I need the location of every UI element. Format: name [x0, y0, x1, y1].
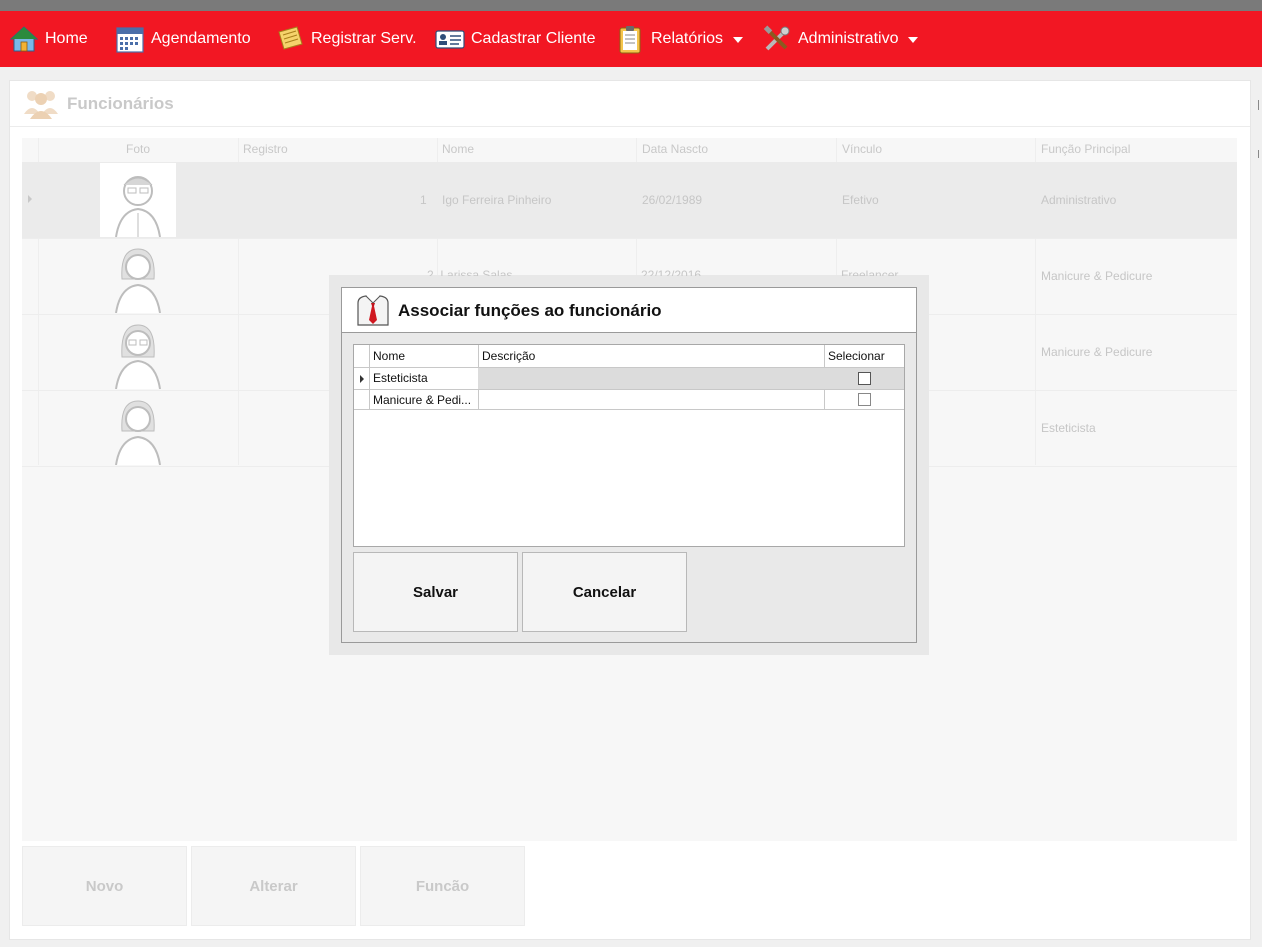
col-header-registro[interactable]: Registro: [243, 138, 288, 161]
table-row[interactable]: Esteticista: [354, 368, 904, 390]
cell-funcao: Administrativo: [1041, 193, 1117, 207]
page-header: Funcionários: [10, 81, 1250, 127]
notes-icon: [278, 26, 303, 50]
chevron-down-icon: [733, 37, 744, 43]
row-highlight: [478, 368, 824, 389]
menu-home[interactable]: Home: [9, 11, 88, 67]
cell-funcao: Esteticista: [1041, 421, 1096, 435]
menu-relatorios-label: Relatórios: [651, 30, 724, 47]
dialog-header: Associar funções ao funcionário: [342, 288, 916, 333]
menu-home-label: Home: [45, 30, 88, 47]
calendar-icon: [116, 27, 144, 53]
selecionar-checkbox[interactable]: [858, 393, 871, 406]
avatar: [115, 248, 161, 313]
clipboard-icon: [619, 26, 641, 54]
cell-data: 26/02/1989: [642, 193, 703, 207]
cell-funcao: Manicure & Pedicure: [1041, 269, 1153, 283]
home-icon: [9, 26, 39, 52]
selecionar-checkbox[interactable]: [858, 372, 871, 385]
avatar: [115, 324, 161, 389]
cell-nome: Larissa Salas: [440, 268, 513, 276]
col-header-descricao[interactable]: Descrição: [482, 345, 536, 368]
dialog-overlay: Associar funções ao funcionário Nome Des…: [329, 275, 929, 655]
page-title: Funcionários: [67, 94, 174, 113]
scroll-mark: [1258, 150, 1262, 158]
menu-relatorios[interactable]: Relatórios: [615, 11, 744, 67]
funcao-button[interactable]: Funcão: [360, 846, 525, 926]
alterar-button[interactable]: Alterar: [191, 846, 356, 926]
col-header-selecionar[interactable]: Selecionar: [828, 345, 885, 368]
col-header-data-nascto[interactable]: Data Nascto: [642, 138, 708, 161]
obscured-row-vinculo: Freelancer: [841, 268, 899, 276]
grid-divider: [354, 409, 904, 410]
menu-cadastrar-label: Cadastrar Cliente: [471, 30, 596, 47]
menu-agendamento[interactable]: Agendamento: [115, 11, 251, 67]
main-menu-bar: Home Agendamento Registrar Serv. Cadastr…: [0, 11, 1262, 67]
avatar: [100, 163, 176, 237]
col-header-foto[interactable]: Foto: [126, 138, 150, 161]
col-header-nome[interactable]: Nome: [442, 138, 474, 161]
row-indicator-icon: [360, 375, 364, 383]
salvar-button[interactable]: Salvar: [353, 552, 518, 632]
cell-registro: 2: [427, 268, 434, 276]
menu-administrativo-label: Administrativo: [798, 30, 899, 47]
funcoes-grid[interactable]: Nome Descrição Selecionar Esteticista Ma…: [353, 344, 905, 547]
cell-registro: 1: [420, 193, 427, 207]
obscured-row-text: 2 Larissa Salas: [427, 268, 517, 276]
menu-administrativo[interactable]: Administrativo: [762, 11, 919, 67]
col-header-vinculo[interactable]: Vínculo: [842, 138, 882, 161]
obscured-row-date: 22/12/2016: [641, 268, 702, 276]
window-title-strip: [0, 0, 1262, 11]
cancelar-button[interactable]: Cancelar: [522, 552, 687, 632]
menu-agendamento-label: Agendamento: [151, 30, 251, 47]
novo-button[interactable]: Novo: [22, 846, 187, 926]
cell-nome: Igo Ferreira Pinheiro: [442, 193, 552, 207]
scroll-mark: [1258, 100, 1262, 110]
menu-cadastrar-cliente[interactable]: Cadastrar Cliente: [435, 11, 596, 67]
id-card-icon: [435, 30, 465, 49]
cell-nome: Manicure & Pedi...: [373, 393, 472, 407]
col-header-funcao-principal[interactable]: Função Principal: [1041, 138, 1130, 161]
avatar: [115, 400, 161, 465]
users-group-icon: [24, 91, 58, 119]
tools-icon: [763, 25, 790, 51]
menu-registrar-serv[interactable]: Registrar Serv.: [275, 11, 417, 67]
cell-vinculo: Efetivo: [842, 193, 879, 207]
dialog-title: Associar funções ao funcionário: [398, 301, 662, 320]
menu-registrar-label: Registrar Serv.: [311, 30, 417, 47]
cell-nome: Esteticista: [373, 371, 428, 385]
col-header-nome[interactable]: Nome: [373, 345, 406, 368]
shirt-tie-icon: [357, 295, 389, 326]
chevron-down-icon: [908, 37, 919, 43]
table-row[interactable]: 1 Igo Ferreira Pinheiro 26/02/1989 Efeti…: [22, 162, 1237, 239]
cell-funcao: Manicure & Pedicure: [1041, 345, 1153, 359]
row-indicator-icon: [28, 195, 32, 203]
table-row[interactable]: Manicure & Pedi...: [354, 390, 904, 411]
associar-funcoes-dialog: Associar funções ao funcionário Nome Des…: [341, 287, 917, 643]
